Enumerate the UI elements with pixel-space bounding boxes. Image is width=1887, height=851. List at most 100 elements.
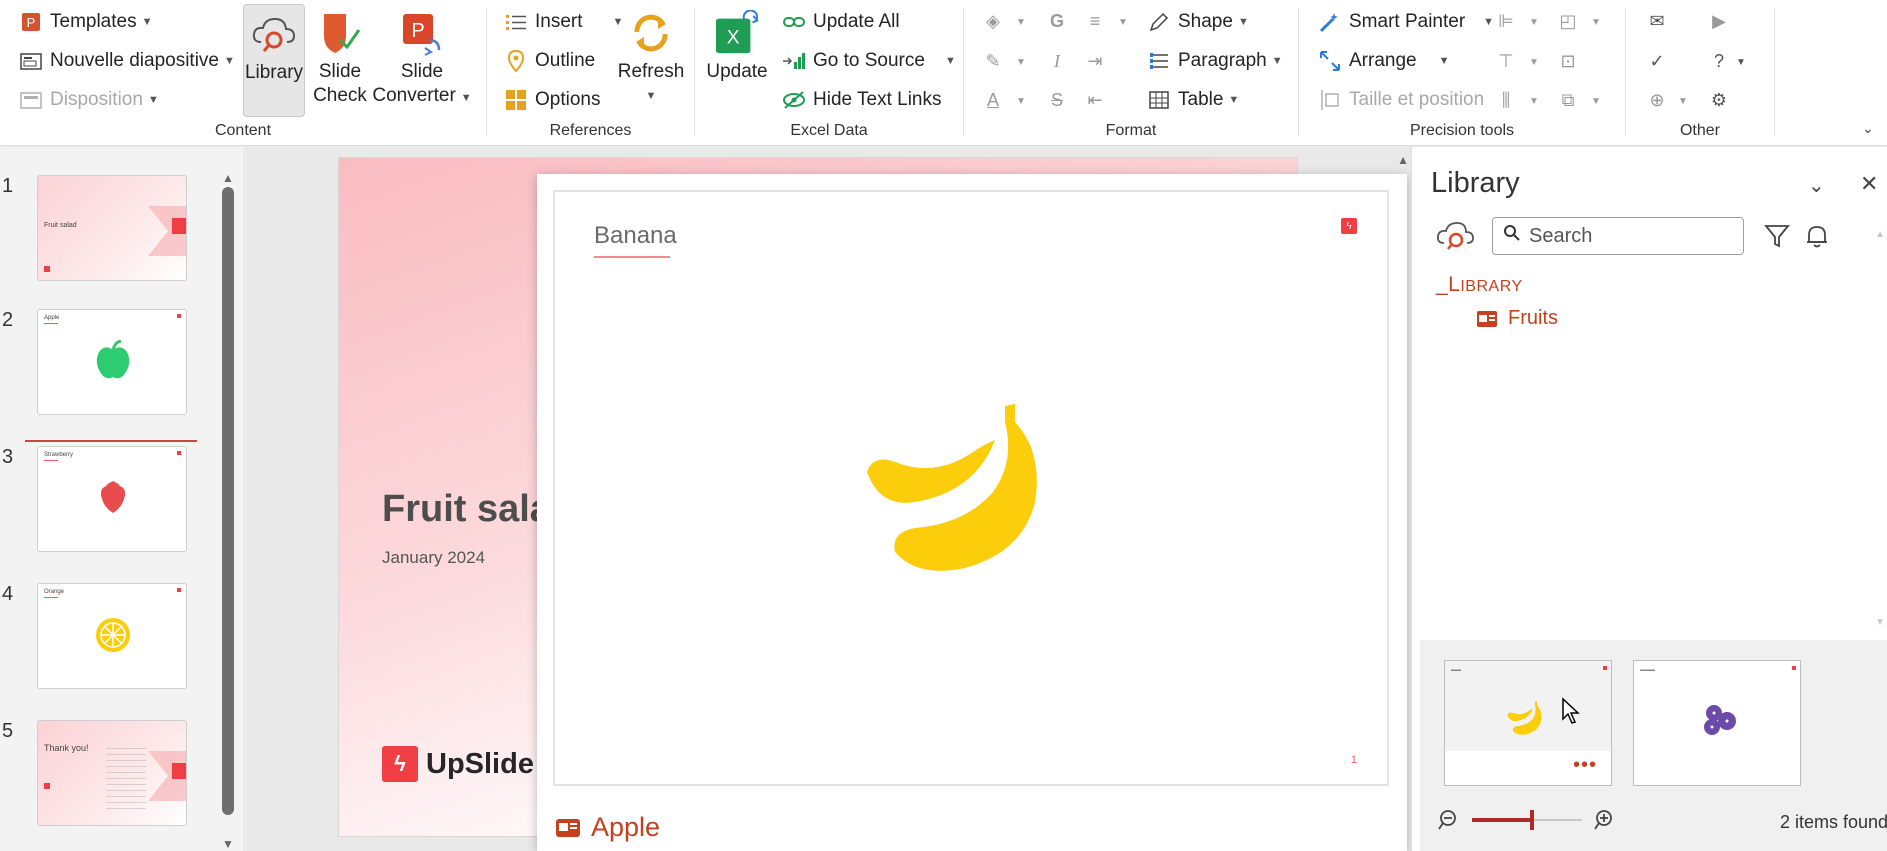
chevron-down-icon[interactable]: ▼ <box>1529 96 1539 107</box>
search-box[interactable] <box>1492 217 1744 255</box>
update-button[interactable]: X Update <box>706 10 768 84</box>
chevron-down-icon[interactable]: ▼ <box>1016 17 1026 28</box>
group-icon[interactable]: ⧉ <box>1557 89 1579 111</box>
smart-painter-label: Smart Painter <box>1349 11 1466 32</box>
library-slide-preview: Banana ϟ 1 Apple <box>537 174 1407 851</box>
zoom-in-icon[interactable] <box>1592 808 1616 832</box>
slide-number: 2 <box>2 309 14 331</box>
hide-link-icon <box>781 87 807 113</box>
check-icon[interactable]: ✓ <box>1646 50 1668 72</box>
size-position-button[interactable]: Taille et position <box>1317 85 1484 115</box>
more-options-icon[interactable]: ••• <box>1573 754 1597 777</box>
hide-text-links-button[interactable]: Hide Text Links <box>781 85 942 115</box>
insert-button[interactable]: Insert ▼ <box>503 7 623 37</box>
options-button[interactable]: Options <box>503 85 600 115</box>
thumbnails-scrollbar[interactable] <box>222 187 234 815</box>
align-left-icon[interactable]: ⊫ <box>1495 10 1517 32</box>
slide-thumbnail-1[interactable]: Fruit salad <box>37 175 187 281</box>
shape-pen-icon <box>1146 9 1172 35</box>
filter-icon[interactable] <box>1763 222 1791 250</box>
chevron-down-icon[interactable]: ▼ <box>1591 17 1601 28</box>
update-all-button[interactable]: Update All <box>781 7 900 37</box>
line-color-icon[interactable]: ✎ <box>982 50 1004 72</box>
bold-icon[interactable]: G <box>1046 10 1068 32</box>
chevron-down-icon[interactable]: ▼ <box>1529 57 1539 68</box>
result-card-banana[interactable]: ▬▬ ••• <box>1444 660 1612 786</box>
fill-color-icon[interactable]: ◈ <box>982 10 1004 32</box>
new-slide-button[interactable]: Nouvelle diapositive ▼ <box>18 46 235 76</box>
slide-check-label-2: Check <box>313 85 367 106</box>
slide-thumbnail-5[interactable]: Thank you! <box>37 720 187 826</box>
scroll-up-icon[interactable]: ▲ <box>222 171 234 185</box>
globe-icon[interactable]: ⊕ <box>1646 89 1668 111</box>
upslide-logo: ϟ UpSlide <box>382 746 534 782</box>
thumbnail-title: Thank you! <box>44 743 89 753</box>
new-slide-label: Nouvelle diapositive <box>50 50 219 71</box>
tree-root-library[interactable]: _LIBRARY <box>1436 273 1523 297</box>
align-icon[interactable]: ≡ <box>1084 10 1106 32</box>
chevron-down-icon[interactable]: ▼ <box>1591 96 1601 107</box>
zoom-control <box>1438 808 1616 832</box>
indent-increase-icon[interactable]: ⇥ <box>1084 50 1106 72</box>
distribute-icon[interactable]: ⫼ <box>1495 89 1517 111</box>
shapes-icon[interactable]: ◰ <box>1557 10 1579 32</box>
chevron-down-icon: ▼ <box>645 90 657 102</box>
cloud-search-icon[interactable] <box>1436 219 1476 251</box>
templates-label: Templates <box>50 11 137 32</box>
outline-button[interactable]: Outline <box>503 46 595 76</box>
zoom-out-icon[interactable] <box>1438 808 1462 832</box>
search-input[interactable] <box>1529 224 1729 248</box>
title-underline <box>594 256 670 258</box>
slide-thumbnail-3[interactable]: Strawberry <box>37 446 187 552</box>
collapse-ribbon-icon[interactable]: ⌄ <box>1862 120 1874 137</box>
text-box-icon[interactable]: ⊡ <box>1557 50 1579 72</box>
slide-thumbnail-4[interactable]: Orange <box>37 583 187 689</box>
slide-converter-button[interactable]: P Slide Converter ▼ <box>372 10 472 110</box>
bell-icon[interactable] <box>1803 222 1831 250</box>
close-icon[interactable]: ✕ <box>1860 171 1878 197</box>
indent-decrease-icon[interactable]: ⇤ <box>1084 89 1106 111</box>
paragraph-button[interactable]: Paragraph ▼ <box>1146 46 1283 76</box>
zoom-slider-handle[interactable] <box>1530 810 1534 830</box>
list-icon <box>503 9 529 35</box>
link-icon <box>781 9 807 35</box>
library-button[interactable]: Library <box>243 4 305 117</box>
templates-button[interactable]: P Templates ▼ <box>18 7 153 37</box>
table-button[interactable]: Table ▼ <box>1146 85 1239 115</box>
italic-icon[interactable]: I <box>1046 50 1068 72</box>
chevron-down-icon[interactable]: ▼ <box>1016 96 1026 107</box>
help-icon[interactable]: ? <box>1708 50 1730 72</box>
font-color-icon[interactable]: A <box>982 89 1004 111</box>
align-top-icon[interactable]: ⊤ <box>1495 50 1517 72</box>
grid-icon <box>503 87 529 113</box>
slide-title[interactable]: Fruit sala <box>382 488 551 531</box>
layout-button[interactable]: Disposition ▼ <box>18 85 159 115</box>
slide-thumbnail-2[interactable]: Apple <box>37 309 187 415</box>
scroll-down-icon[interactable]: ▼ <box>222 837 234 851</box>
chevron-down-icon[interactable]: ▼ <box>1118 17 1128 28</box>
slide-check-button[interactable]: Slide Check <box>312 10 368 108</box>
tree-item-fruits[interactable]: Fruits <box>1476 307 1558 330</box>
chevron-down-icon[interactable]: ▼ <box>1529 17 1539 28</box>
chevron-down-icon[interactable]: ▼ <box>1736 57 1746 68</box>
group-label-content: Content <box>214 122 272 139</box>
slide-subtitle[interactable]: January 2024 <box>382 548 485 568</box>
video-icon[interactable]: ▶ <box>1708 10 1730 32</box>
result-card-blueberry[interactable]: ▬▬▬ <box>1633 660 1801 786</box>
shape-button[interactable]: Shape ▼ <box>1146 7 1249 37</box>
scroll-up-icon[interactable]: ▲ <box>1875 229 1885 240</box>
go-to-source-button[interactable]: Go to Source ▼ <box>781 46 956 76</box>
scroll-up-icon[interactable]: ▲ <box>1397 153 1409 167</box>
settings-icon[interactable]: ⚙ <box>1708 89 1730 111</box>
strikethrough-icon[interactable]: S <box>1046 89 1068 111</box>
chevron-down-icon[interactable]: ▼ <box>1678 96 1688 107</box>
scroll-down-icon[interactable]: ▼ <box>1875 617 1885 628</box>
chevron-down-icon[interactable]: ⌄ <box>1808 173 1825 198</box>
chevron-down-icon[interactable]: ▼ <box>1016 57 1026 68</box>
zoom-slider[interactable] <box>1472 808 1582 832</box>
smart-painter-button[interactable]: Smart Painter ▼ <box>1317 7 1494 37</box>
mail-icon[interactable]: ✉ <box>1646 10 1668 32</box>
refresh-button[interactable]: Refresh ▼ <box>615 10 687 108</box>
slide-number: 1 <box>2 175 14 197</box>
arrange-button[interactable]: Arrange ▼ <box>1317 46 1450 76</box>
